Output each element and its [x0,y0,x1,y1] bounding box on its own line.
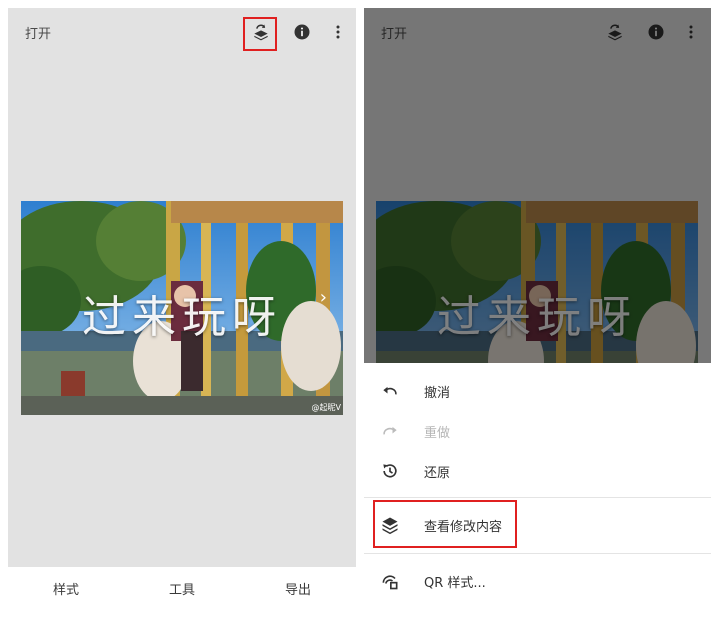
menu-item-label: 重做 [424,426,451,441]
menu-item-qr-styles[interactable]: QR 样式... [364,561,711,601]
menu-divider [364,553,711,554]
menu-divider [364,497,711,498]
photo-overlay-text: 过来玩呀 [82,292,282,343]
photo-credit: @起昵V [311,403,341,412]
open-button[interactable]: 打开 [25,23,51,42]
redo-icon [378,419,402,443]
history-icon [378,459,402,483]
layers-highlight-box [243,17,277,51]
edit-menu-sheet: 撤消 重做 还原 查看修改内容 QR 样式... [364,363,711,610]
photo-preview[interactable]: 过来玩呀 › @起昵V [21,201,343,415]
info-icon[interactable] [290,20,314,44]
menu-item-label: 还原 [424,466,451,481]
more-vert-icon[interactable] [326,20,350,44]
tab-tools[interactable]: 工具 [124,567,240,610]
left-screen: 打开 过来玩呀 › @起昵V 样式 工具 导出 [8,8,356,610]
menu-item-label: QR 样式... [424,576,486,591]
chevron-right-icon: › [319,287,327,308]
tab-export[interactable]: 导出 [240,567,356,610]
menu-item-undo[interactable]: 撤消 [364,371,711,411]
qr-style-icon [378,569,402,593]
right-screen: 打开 过来玩呀 撤消 重做 还原 查看修改内容 QR 样式... [364,8,711,610]
bottom-nav: 样式 工具 导出 [8,567,356,610]
top-bar: 打开 [8,8,356,56]
menu-item-revert[interactable]: 还原 [364,451,711,491]
view-edits-highlight-box [373,500,517,548]
tab-styles[interactable]: 样式 [8,567,124,610]
menu-item-label: 撤消 [424,386,451,401]
undo-icon [378,379,402,403]
menu-item-redo[interactable]: 重做 [364,411,711,451]
